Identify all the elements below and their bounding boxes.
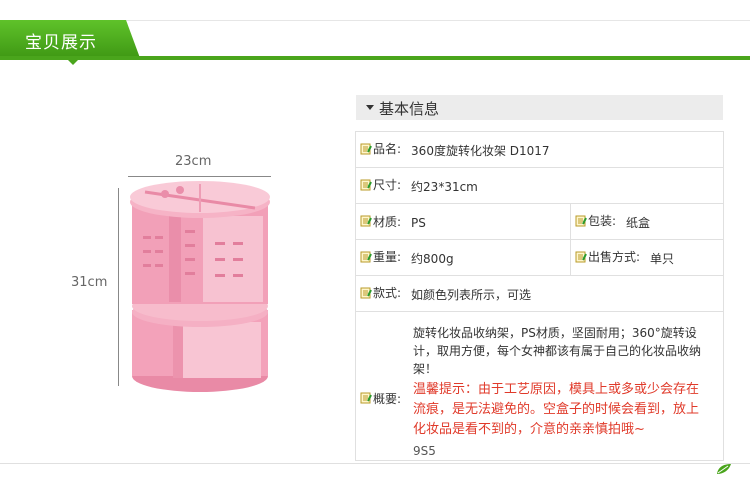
width-dimension-line: [128, 176, 271, 177]
section-tab: 宝贝展示: [0, 20, 140, 58]
material-cell: 材质: PS: [355, 203, 571, 240]
sale-value: 单只: [650, 251, 675, 266]
sale-label: 出售方式:: [588, 250, 641, 265]
height-dimension-label: 31cm: [71, 275, 108, 290]
basic-info-table: 品名: 360度旋转化妆架 D1017 尺寸: 约23*31cm 材质: PS 包装:…: [355, 131, 724, 461]
weight-cell: 重量: 约800g: [355, 239, 571, 276]
note-edit-icon: [360, 287, 372, 299]
sale-cell: 出售方式: 单只: [570, 239, 724, 276]
weight-label: 重量:: [373, 250, 402, 265]
tab-pointer: [68, 60, 78, 65]
packing-label: 包装:: [588, 214, 617, 229]
style-value: 如颜色列表所示，可选: [411, 287, 532, 302]
table-row: 尺寸: 约23*31cm: [355, 167, 724, 204]
packing-value: 纸盒: [626, 215, 651, 230]
width-dimension-label: 23cm: [175, 154, 212, 169]
warning-text: 温馨提示：由于工艺原因，模具上或多或少会存在流痕，是无法避免的。空盒子的时候会看…: [413, 382, 700, 437]
table-row: 款式: 如颜色列表所示，可选: [355, 275, 724, 312]
footer-divider: [0, 463, 750, 464]
style-label: 款式:: [373, 286, 402, 301]
basic-info-title: 基本信息: [379, 100, 440, 118]
style-cell: 款式: 如颜色列表所示，可选: [355, 275, 724, 312]
note-edit-icon: [360, 179, 372, 191]
note-edit-icon: [575, 251, 587, 263]
size-label: 尺寸:: [373, 178, 402, 193]
table-row: 重量: 约800g 出售方式: 单只: [355, 239, 724, 276]
height-dimension-line: [118, 188, 119, 386]
material-value: PS: [411, 216, 426, 231]
table-row: 概要: 旋转化妆品收纳架，PS材质，坚固耐用；360°旋转设计，取用方便，每个女…: [355, 311, 724, 461]
packing-cell: 包装: 纸盒: [570, 203, 724, 240]
summary-label: 概要:: [373, 391, 402, 406]
note-edit-icon: [360, 143, 372, 155]
name-label: 品名:: [373, 142, 402, 157]
product-image: [130, 181, 270, 392]
size-cell: 尺寸: 约23*31cm: [355, 167, 724, 204]
section-tab-title: 宝贝展示: [25, 33, 97, 53]
leaf-icon: [717, 464, 731, 474]
name-cell: 品名: 360度旋转化妆架 D1017: [355, 131, 724, 168]
note-edit-icon: [360, 251, 372, 263]
weight-value: 约800g: [411, 251, 454, 266]
product-code: 9S5: [413, 444, 436, 458]
note-edit-icon: [575, 215, 587, 227]
header-divider: [0, 56, 750, 60]
table-row: 品名: 360度旋转化妆架 D1017: [355, 131, 724, 168]
summary-cell: 概要: 旋转化妆品收纳架，PS材质，坚固耐用；360°旋转设计，取用方便，每个女…: [355, 311, 724, 461]
material-label: 材质:: [373, 214, 402, 229]
name-value: 360度旋转化妆架 D1017: [411, 143, 550, 158]
table-row: 材质: PS 包装: 纸盒: [355, 203, 724, 240]
size-value: 约23*31cm: [411, 179, 478, 194]
basic-info-header: 基本信息: [356, 95, 723, 120]
note-edit-icon: [360, 215, 372, 227]
caret-down-icon: [366, 105, 374, 110]
note-edit-icon: [360, 392, 372, 404]
summary-text: 旋转化妆品收纳架，PS材质，坚固耐用；360°旋转设计，取用方便，每个女神都该有…: [413, 326, 702, 376]
